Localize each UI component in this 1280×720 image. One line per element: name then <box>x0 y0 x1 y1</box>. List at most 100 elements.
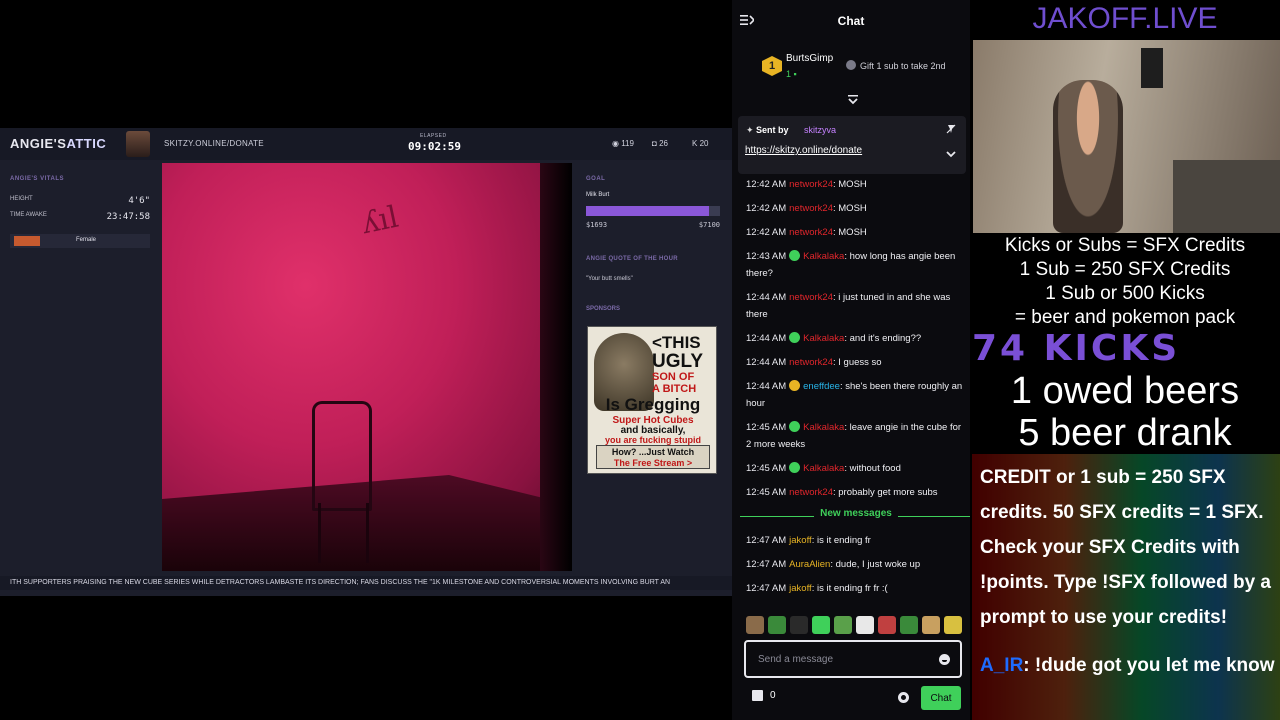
emote-icon[interactable] <box>768 616 786 634</box>
message-input-box[interactable] <box>744 640 962 678</box>
message-username[interactable]: Kalkalaka <box>803 422 844 433</box>
goal-title: GOAL <box>586 176 606 182</box>
message-username[interactable]: Kalkalaka <box>803 463 844 474</box>
quote-text: "Your butt smells" <box>586 276 633 282</box>
donate-url: SKITZY.ONLINE/DONATE <box>164 139 264 148</box>
brand-accent: ATTIC <box>66 136 107 151</box>
kicks-icon: K <box>692 139 700 148</box>
message-username[interactable]: network24 <box>789 487 833 498</box>
awake-row: TIME AWAKE 23:47:58 <box>10 212 150 222</box>
sponsors-title: SPONSORS <box>586 306 621 312</box>
goal-name: Milk Burt <box>586 192 610 198</box>
owed-beers: 1 owed beers <box>1010 370 1240 412</box>
credits-chat-message: : !dude got you let me know <box>1023 655 1275 676</box>
unpin-icon[interactable] <box>946 124 956 134</box>
store-icon[interactable] <box>752 690 763 701</box>
height-row: HEIGHT 4'6" <box>10 196 150 206</box>
message-username[interactable]: network24 <box>789 292 833 303</box>
emoji-picker-icon[interactable] <box>939 654 950 665</box>
ad-watch-button[interactable]: How? ...Just Watch The Free Stream > <box>596 445 710 469</box>
emote-icon[interactable] <box>812 616 830 634</box>
vitals-panel: ANGIE'S VITALS HEIGHT 4'6" TIME AWAKE 23… <box>10 176 150 248</box>
message-username[interactable]: network24 <box>789 357 833 368</box>
stream-video-player[interactable]: ANGIE'SATTIC SKITZY.ONLINE/DONATE ELAPSE… <box>0 0 732 720</box>
quote-title: ANGIE QUOTE OF THE HOUR <box>586 256 678 262</box>
channel-points: 0 <box>770 690 776 701</box>
goal-target: $7100 <box>698 221 720 229</box>
message-input[interactable] <box>758 651 928 667</box>
send-chat-button[interactable]: Chat <box>921 686 961 710</box>
expand-leaderboard-icon[interactable] <box>847 94 859 106</box>
credits-info-text: CREDIT or 1 sub = 250 SFX credits. 50 SF… <box>980 467 1271 628</box>
gift-count: 1 ▪ <box>786 69 797 79</box>
emote-icon[interactable] <box>900 616 918 634</box>
ad-button-line-1: How? ...Just Watch <box>611 447 695 457</box>
settings-gear-icon[interactable] <box>898 692 909 703</box>
goal-progress-fill <box>586 206 710 216</box>
credits-chat-user: A_IR <box>980 655 1024 676</box>
message-time: 12:45 AM <box>746 487 787 498</box>
chat-message: 12:42 AM network24: MOSH <box>746 224 966 241</box>
emote-icon[interactable] <box>856 616 874 634</box>
message-username[interactable]: network24 <box>789 203 833 214</box>
info-line-3: 1 Sub or 500 Kicks <box>1045 283 1205 304</box>
message-time: 12:44 AM <box>746 357 787 368</box>
chat-message: 12:47 AM jakoff: is it ending fr <box>746 532 966 549</box>
credits-chat-line: A_IR: !dude got you let me know <box>980 648 1280 683</box>
emote-icon[interactable] <box>944 616 962 634</box>
ad-line-4: A BITCH <box>652 383 697 395</box>
message-username[interactable]: jakoff <box>789 535 812 546</box>
chevron-down-icon[interactable] <box>946 150 956 158</box>
message-username[interactable]: jakoff <box>789 583 812 594</box>
emote-icon[interactable] <box>790 616 808 634</box>
streamer-avatar <box>126 131 150 157</box>
pinned-user[interactable]: skitzyva <box>804 125 836 135</box>
message-time: 12:47 AM <box>746 583 787 594</box>
message-time: 12:42 AM <box>746 179 787 190</box>
vitals-title: ANGIE'S VITALS <box>10 176 64 182</box>
chat-message: 12:42 AM network24: MOSH <box>746 176 966 193</box>
gift-leaderboard[interactable]: 1 BurtsGimp 1 ▪ Gift 1 sub to take 2nd <box>732 48 970 88</box>
screen: ANGIE'SATTIC SKITZY.ONLINE/DONATE ELAPSE… <box>0 0 1280 720</box>
chat-message: 12:45 AM network24: probably get more sub… <box>746 484 966 501</box>
ad-button-line-2: The Free Stream > <box>613 458 693 468</box>
ad-big-text: Is Gregging <box>605 395 701 414</box>
gift-sub-icon <box>846 60 856 70</box>
message-username[interactable]: Kalkalaka <box>803 251 844 262</box>
emote-icon[interactable] <box>746 616 764 634</box>
chat-message: 12:47 AM AuraAlien: dude, I just woke up <box>746 556 966 573</box>
message-time: 12:45 AM <box>746 422 787 433</box>
emote-icon[interactable] <box>922 616 940 634</box>
message-username[interactable]: network24 <box>789 227 833 238</box>
chat-header: Chat <box>732 0 970 40</box>
gift-cta[interactable]: Gift 1 sub to take 2nd <box>846 60 946 71</box>
chat-message: 12:45 AM Kalkalaka: leave angie in the cu… <box>746 419 966 453</box>
sponsor-ad[interactable]: <THIS UGLY SON OF A BITCH Is Gregging Su… <box>587 326 717 474</box>
verified-badge-icon <box>789 250 801 261</box>
height-label: HEIGHT <box>10 196 33 202</box>
emote-icon[interactable] <box>834 616 852 634</box>
info-line-1: Kicks or Subs = SFX Credits <box>1004 235 1246 256</box>
message-username[interactable]: Kalkalaka <box>803 333 844 344</box>
message-text: : and it's ending?? <box>844 333 922 344</box>
pinned-link[interactable]: https://skitzy.online/donate <box>745 145 862 156</box>
news-ticker: ITH SUPPORTERS PRAISING THE NEW CUBE SER… <box>0 576 732 590</box>
message-username[interactable]: eneffdee <box>803 381 840 392</box>
info-line-2: 1 Sub = 250 SFX Credits <box>1019 259 1231 280</box>
emote-icon[interactable] <box>878 616 896 634</box>
message-time: 12:43 AM <box>746 251 787 262</box>
wall-poster <box>1141 48 1163 88</box>
message-username[interactable]: AuraAlien <box>789 559 830 570</box>
elapsed-label: ELAPSED <box>420 133 447 139</box>
goal-current: $1693 <box>586 221 608 229</box>
message-time: 12:45 AM <box>746 463 787 474</box>
kicks-count: 74 KICKS <box>972 328 1181 369</box>
message-text: : is it ending fr fr :( <box>811 583 888 594</box>
rank-badge: 1 <box>762 56 782 76</box>
message-username[interactable]: network24 <box>789 179 833 190</box>
emote-bar <box>746 616 962 636</box>
top-gifter-name: BurtsGimp <box>786 53 834 64</box>
elapsed-timer: 09:02:59 <box>408 140 461 153</box>
message-text: : without food <box>844 463 901 474</box>
wall-scribble: ʎıl <box>358 199 402 242</box>
